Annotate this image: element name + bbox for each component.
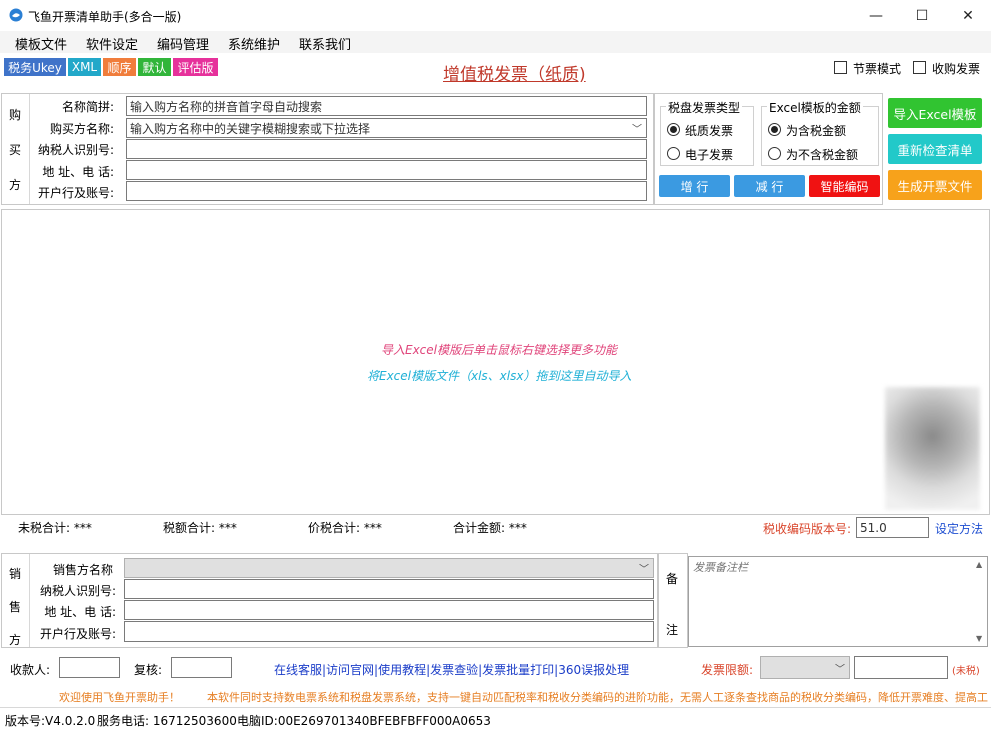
minimize-button[interactable]: — xyxy=(853,0,899,31)
remarks-side-label-1: 备 xyxy=(666,572,679,586)
close-button[interactable]: ✕ xyxy=(945,0,991,31)
purchase-invoice-checkbox[interactable] xyxy=(913,61,926,74)
untaxed-total: 未税合计: *** xyxy=(18,521,92,535)
smart-code-button[interactable]: 智能编码 xyxy=(809,175,880,197)
chip-xml[interactable]: XML xyxy=(68,58,101,76)
version-text: 版本号:V4.0.2.0 xyxy=(5,714,96,728)
chevron-down-icon: ﹀ xyxy=(835,664,845,675)
seller-name-label: 销售方名称 xyxy=(52,563,113,577)
tax-excluded-radio[interactable] xyxy=(768,147,781,160)
maximize-button[interactable]: ☐ xyxy=(899,0,945,31)
seller-bank-label: 开户行及账号: xyxy=(39,627,116,641)
chevron-down-icon: ﹀ xyxy=(639,564,649,576)
seller-bank-input[interactable] xyxy=(124,621,654,642)
invoice-type-group-title: 税盘发票类型 xyxy=(666,99,743,116)
welcome-text: 欢迎使用飞鱼开票助手！ xyxy=(59,691,180,704)
tax-included-radio[interactable] xyxy=(768,123,781,136)
invoice-limit-label: 发票限额: xyxy=(701,663,754,677)
payee-input[interactable] xyxy=(59,657,120,678)
seller-taxid-input[interactable] xyxy=(124,579,654,599)
paper-invoice-radio[interactable] xyxy=(667,123,680,136)
remove-row-button[interactable]: 减 行 xyxy=(734,175,805,197)
pc-id: 电脑ID:00E269701340BFEBFBFF000A0653 xyxy=(237,714,491,728)
grid-hint-right-click: 导入Excel模版后单击鼠标右键选择更多功能 xyxy=(381,343,617,357)
menu-template-file[interactable]: 模板文件 xyxy=(15,34,67,53)
buyer-bank-input[interactable] xyxy=(126,181,647,201)
tax-total: 税额合计: *** xyxy=(163,521,237,535)
recheck-list-button[interactable]: 重新检查清单 xyxy=(888,134,982,164)
invoice-grid[interactable] xyxy=(1,209,990,515)
menu-bar xyxy=(0,31,991,53)
menu-code-management[interactable]: 编码管理 xyxy=(157,34,209,53)
add-row-button[interactable]: 增 行 xyxy=(659,175,730,197)
buyer-name-select[interactable]: 输入购方名称中的关键字模糊搜索或下拉选择 ﹀ xyxy=(126,118,647,138)
festival-mode-checkbox[interactable] xyxy=(834,61,847,74)
setup-method-link[interactable]: 设定方法 xyxy=(935,520,983,537)
tax-included-label: 为含税金额 xyxy=(786,124,847,138)
buyer-address-input[interactable] xyxy=(126,160,647,180)
buyer-side-label-1: 购 xyxy=(9,108,22,122)
invoice-type-title: 增值税发票（纸质) xyxy=(443,65,586,85)
seller-side-label-1: 销 xyxy=(9,567,22,581)
purchase-invoice-label: 收购发票 xyxy=(932,62,981,76)
app-logo-icon xyxy=(9,8,23,22)
price-tax-total: 价税合计: *** xyxy=(308,521,382,535)
festival-mode-label: 节票模式 xyxy=(853,62,902,76)
import-excel-button[interactable]: 导入Excel模板 xyxy=(888,98,982,128)
menu-system-maintenance[interactable]: 系统维护 xyxy=(228,34,280,53)
scroll-up-icon[interactable]: ▲ xyxy=(976,560,982,569)
seller-address-input[interactable] xyxy=(124,600,654,620)
buyer-pinyin-label: 名称简拼: xyxy=(61,100,114,114)
seller-name-select[interactable]: ﹀ xyxy=(124,558,654,578)
buyer-address-label: 地 址、电 话: xyxy=(42,165,114,179)
help-links[interactable]: 在线客服|访问官网|使用教程|发票查验|发票批量打印|360误报处理 xyxy=(274,661,629,678)
untaxed-note: (未税) xyxy=(952,666,980,677)
buyer-taxid-input[interactable] xyxy=(126,139,647,159)
qr-code-image xyxy=(885,387,980,510)
code-version-label: 税收编码版本号: xyxy=(763,522,852,536)
buyer-taxid-label: 纳税人识别号: xyxy=(37,143,114,157)
scroll-down-icon[interactable]: ▼ xyxy=(976,634,982,643)
electronic-invoice-radio[interactable] xyxy=(667,147,680,160)
marquee-container: 本软件同时支持数电票系统和税盘发票系统，支持一键自动匹配税率和税收分类编码的进阶… xyxy=(207,689,990,705)
invoice-limit-select[interactable]: ﹀ xyxy=(760,656,850,679)
marquee-text: 本软件同时支持数电票系统和税盘发票系统，支持一键自动匹配税率和税收分类编码的进阶… xyxy=(207,691,988,704)
buyer-bank-label: 开户行及账号: xyxy=(37,186,114,200)
chip-order[interactable]: 顺序 xyxy=(103,58,136,76)
paper-invoice-label: 纸质发票 xyxy=(685,124,734,138)
payee-label: 收款人: xyxy=(10,663,51,677)
menu-contact-us[interactable]: 联系我们 xyxy=(299,34,351,53)
buyer-name-select-value: 输入购方名称中的关键字模糊搜索或下拉选择 xyxy=(130,121,371,136)
invoice-limit-input[interactable] xyxy=(854,656,948,679)
electronic-invoice-label: 电子发票 xyxy=(685,148,734,162)
chip-tax-ukey[interactable]: 税务Ukey xyxy=(4,58,66,76)
seller-taxid-label: 纳税人识别号: xyxy=(39,584,116,598)
remarks-textarea[interactable] xyxy=(688,556,988,647)
service-phone: 服务电话: 16712503600 xyxy=(97,714,237,728)
grid-hint-drag-drop: 将Excel模版文件（xls、xlsx）拖到这里自动导入 xyxy=(367,369,632,383)
seller-side-label-3: 方 xyxy=(9,633,22,647)
buyer-pinyin-input[interactable]: 输入购方名称的拼音首字母自动搜索 xyxy=(126,96,647,116)
buyer-side-label-2: 买 xyxy=(9,143,22,157)
menu-software-settings[interactable]: 软件设定 xyxy=(86,34,138,53)
generate-file-button[interactable]: 生成开票文件 xyxy=(888,170,982,200)
reviewer-input[interactable] xyxy=(171,657,232,678)
buyer-name-label: 购买方名称: xyxy=(49,122,114,136)
buyer-side-label-3: 方 xyxy=(9,178,22,192)
window-title: 飞鱼开票清单助手(多合一版) xyxy=(28,10,182,24)
remarks-side-label-2: 注 xyxy=(666,623,679,637)
tax-excluded-label: 为不含税金额 xyxy=(786,148,859,162)
statusbar-divider xyxy=(0,707,991,708)
seller-address-label: 地 址、电 话: xyxy=(44,605,116,619)
chevron-down-icon: ﹀ xyxy=(632,124,642,136)
grand-total: 合计金额: *** xyxy=(453,521,527,535)
chip-default[interactable]: 默认 xyxy=(138,58,171,76)
code-version-input[interactable]: 51.0 xyxy=(856,517,929,538)
chip-trial[interactable]: 评估版 xyxy=(173,58,218,76)
excel-amount-group-title: Excel模板的金额 xyxy=(767,99,863,116)
reviewer-label: 复核: xyxy=(134,663,163,677)
seller-side-label-2: 售 xyxy=(9,600,22,614)
